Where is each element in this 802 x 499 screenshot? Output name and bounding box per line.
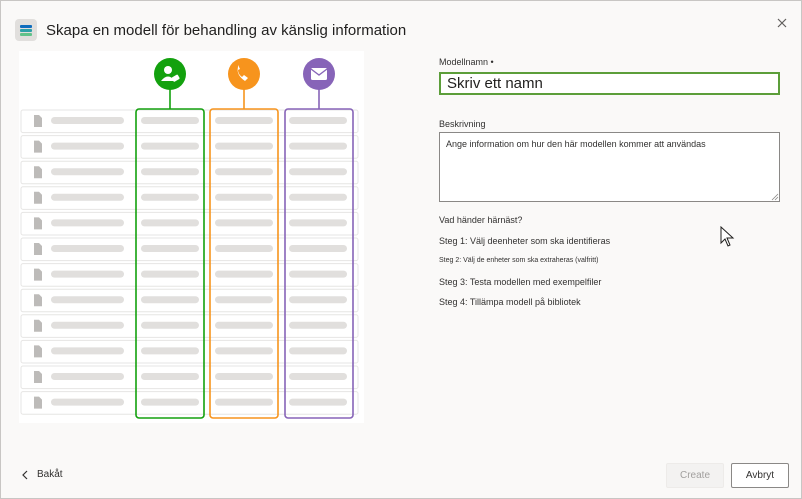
skeleton-bar [289,347,347,355]
description-label: Beskrivning [439,119,486,129]
skeleton-bar [141,373,199,380]
create-button[interactable]: Create [666,463,724,488]
skeleton-bar [215,245,273,252]
next-steps-heading: Vad händer härnäst? [439,215,523,225]
skeleton-bar [51,296,124,304]
step-1: Steg 1: Välj deenheter som ska identifie… [439,236,611,246]
skeleton-bar [51,168,124,176]
skeleton-bar [51,373,124,380]
file-icon [34,140,42,153]
back-label: Bakåt [37,469,63,480]
file-icon [34,217,42,230]
file-icon [34,115,42,127]
model-illustration [19,51,364,423]
skeleton-bar [51,270,124,278]
skeleton-bar [289,117,347,124]
skeleton-bar [289,168,347,176]
skeleton-bar [215,398,273,406]
skeleton-bar [51,219,124,227]
step-3: Steg 3: Testa modellen med exempelfiler [439,277,602,287]
skeleton-bar [289,142,347,150]
skeleton-bar [289,321,347,329]
skeleton-bar [215,142,273,150]
skeleton-bar [141,347,199,355]
skeleton-bar [215,168,273,176]
skeleton-bar [51,245,124,252]
resize-grip-icon[interactable] [771,193,779,201]
back-button[interactable]: Bakåt [21,469,63,480]
skeleton-bar [289,245,347,252]
skeleton-bar [141,142,199,150]
skeleton-bar [215,373,273,380]
mouse-pointer-icon [720,226,735,247]
skeleton-bar [141,270,199,278]
skeleton-bar [51,321,124,329]
skeleton-bar [51,398,124,406]
skeleton-bar [141,117,199,124]
app-logo-icon [15,19,37,41]
phone-icon [228,58,260,90]
create-model-dialog: Skapa en modell för behandling av känsli… [0,0,802,499]
skeleton-bar [51,347,124,355]
skeleton-bar [289,219,347,227]
step-4: Steg 4: Tillämpa modell på bibliotek [439,297,581,307]
person-tag-icon [164,66,172,74]
skeleton-bar [215,347,273,355]
step-2: Steg 2: Välj de enheter som ska extraher… [439,257,599,264]
description-textarea[interactable] [439,132,780,202]
model-name-input[interactable] [439,72,780,95]
chevron-left-icon [22,470,28,479]
skeleton-bar [141,296,199,304]
skeleton-bar [51,117,124,124]
cancel-button[interactable]: Avbryt [731,463,789,488]
skeleton-bar [141,245,199,252]
skeleton-bar [141,219,199,227]
skeleton-bar [215,219,273,227]
file-icon [34,166,42,179]
file-icon [34,191,42,204]
skeleton-bar [51,142,124,150]
skeleton-bar [289,373,347,380]
skeleton-bar [141,193,199,201]
skeleton-bar [141,321,199,329]
file-icon [34,243,42,255]
person-tag-icon [154,58,186,90]
dialog-title: Skapa en modell för behandling av känsli… [46,22,407,39]
skeleton-bar [289,193,347,201]
model-name-label: Modellnamn • [439,57,494,67]
skeleton-bar [215,296,273,304]
skeleton-bar [51,193,124,201]
skeleton-bar [215,193,273,201]
skeleton-bar [289,270,347,278]
skeleton-bar [289,398,347,406]
skeleton-bar [141,398,199,406]
skeleton-bar [289,296,347,304]
skeleton-bar [141,168,199,176]
file-icon [34,294,42,307]
skeleton-bar [215,321,273,329]
mail-icon [311,68,327,80]
skeleton-bar [215,270,273,278]
close-icon[interactable] [773,14,791,32]
skeleton-bar [215,117,273,124]
